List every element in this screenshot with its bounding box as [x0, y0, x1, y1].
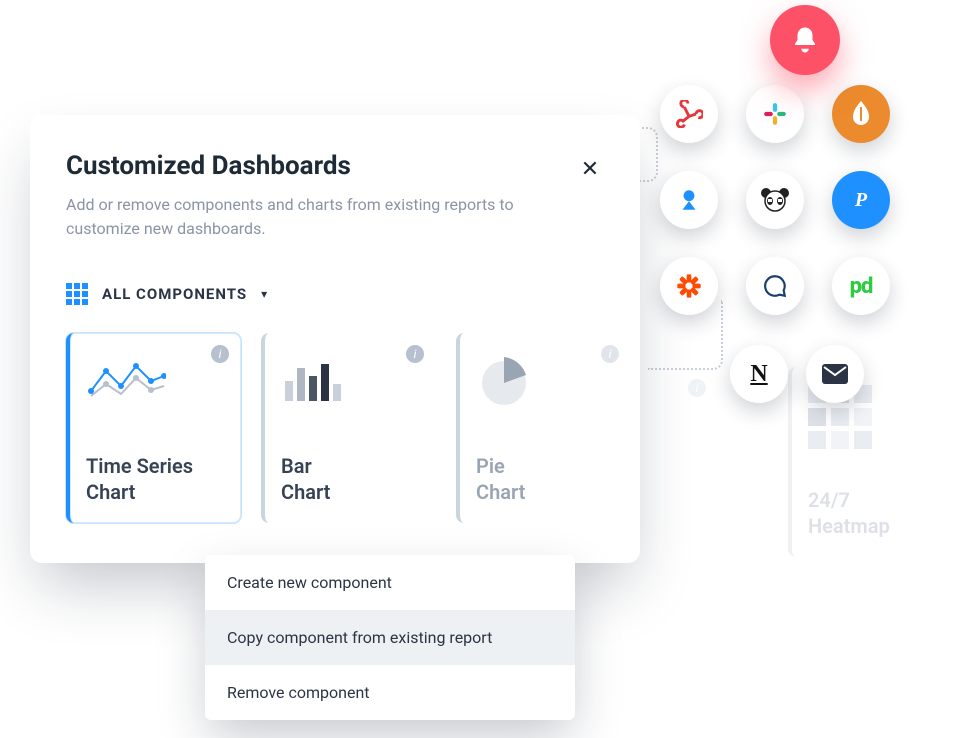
- card-bar-chart[interactable]: i BarChart: [261, 333, 436, 523]
- integration-grid: P pd: [660, 85, 900, 325]
- integration-notion[interactable]: N: [730, 345, 788, 403]
- card-time-series[interactable]: i Time SeriesChart: [66, 333, 241, 523]
- panel-header: Customized Dashboards Add or remove comp…: [30, 151, 640, 265]
- integration-pandadoc[interactable]: [746, 171, 804, 229]
- integration-opsgenie[interactable]: [832, 85, 890, 143]
- integration-slack[interactable]: [746, 85, 804, 143]
- card-title: Time SeriesChart: [86, 453, 225, 505]
- panda-icon: [760, 188, 790, 212]
- p-icon: P: [855, 189, 867, 212]
- chevron-down-icon: ▾: [261, 287, 267, 301]
- info-icon[interactable]: i: [406, 345, 424, 363]
- integration-chat[interactable]: [746, 257, 804, 315]
- card-title: BarChart: [281, 453, 420, 505]
- components-filter[interactable]: ALL COMPONENTS ▾: [30, 265, 640, 333]
- notification-bell-button[interactable]: [770, 5, 840, 75]
- panel-description: Add or remove components and charts from…: [66, 193, 566, 241]
- integration-zapier[interactable]: [660, 257, 718, 315]
- person-icon: [676, 187, 702, 213]
- component-cards: i Time SeriesChart i: [30, 333, 640, 533]
- slack-icon: [762, 101, 788, 127]
- info-icon[interactable]: i: [688, 379, 706, 397]
- bell-icon: [790, 25, 820, 55]
- pd-icon: pd: [850, 274, 873, 299]
- card-pie-chart[interactable]: i PieChart: [456, 333, 631, 523]
- menu-item-copy[interactable]: Copy component from existing report: [205, 610, 575, 665]
- info-icon[interactable]: i: [601, 345, 619, 363]
- integration-row-extra: N: [730, 345, 864, 403]
- leaf-icon: [851, 101, 871, 127]
- dashboards-panel: Customized Dashboards Add or remove comp…: [30, 115, 640, 563]
- integration-email[interactable]: [806, 345, 864, 403]
- component-context-menu: Create new component Copy component from…: [205, 555, 575, 720]
- bar-chart-icon: [281, 351, 420, 411]
- zapier-icon: [675, 272, 703, 300]
- integration-pushover[interactable]: P: [832, 171, 890, 229]
- menu-item-remove[interactable]: Remove component: [205, 665, 575, 720]
- panel-title: Customized Dashboards: [66, 151, 604, 181]
- integration-webhooks[interactable]: [660, 85, 718, 143]
- grid-icon: [66, 283, 88, 305]
- filter-label: ALL COMPONENTS: [102, 285, 247, 303]
- info-icon[interactable]: i: [211, 345, 229, 363]
- n-icon: N: [750, 361, 767, 388]
- card-title: PieChart: [476, 453, 615, 505]
- close-button[interactable]: ✕: [576, 155, 604, 183]
- card-title: 24/7Heatmap: [808, 487, 922, 539]
- integration-pagerduty[interactable]: pd: [832, 257, 890, 315]
- chat-icon: [762, 273, 788, 299]
- pie-chart-icon: [476, 351, 615, 411]
- mail-icon: [822, 364, 848, 384]
- time-series-icon: [86, 351, 225, 411]
- webhooks-icon: [675, 100, 703, 128]
- integration-teams[interactable]: [660, 171, 718, 229]
- menu-item-create[interactable]: Create new component: [205, 555, 575, 610]
- close-icon: ✕: [581, 157, 599, 182]
